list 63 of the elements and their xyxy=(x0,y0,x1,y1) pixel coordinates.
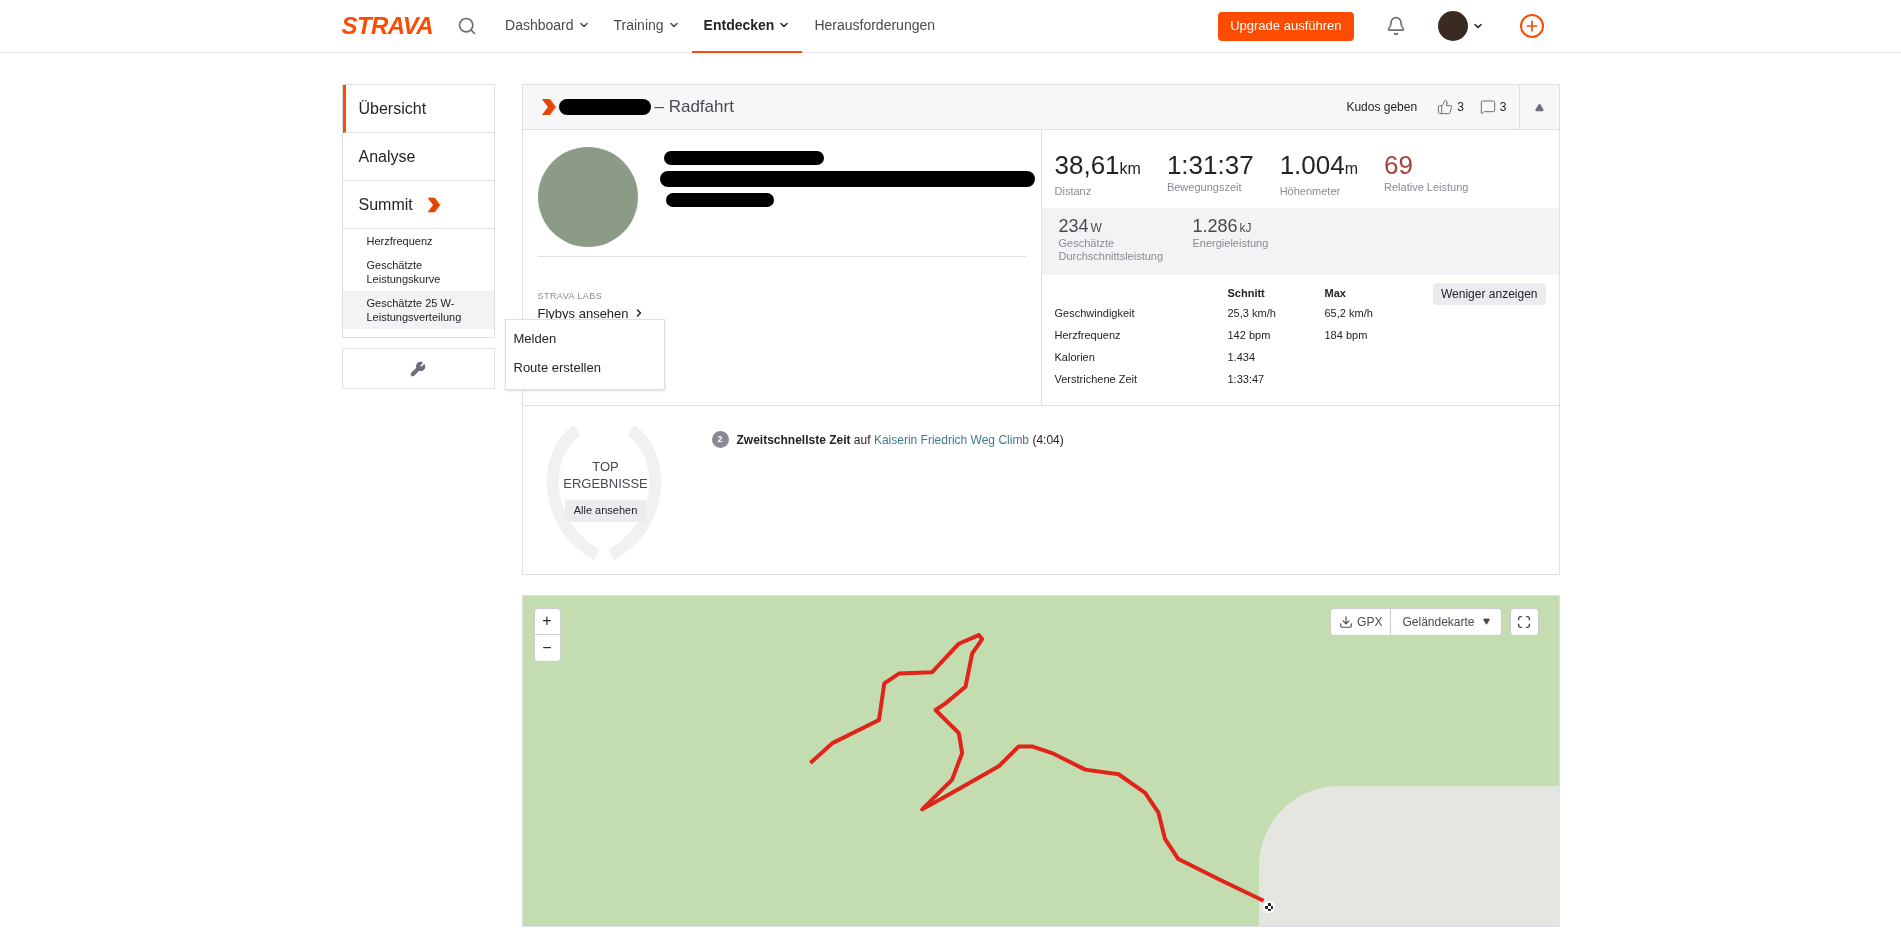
top-results-title: TOP ERGEBNISSE xyxy=(563,457,648,492)
zoom-out-button[interactable]: − xyxy=(534,634,560,661)
stat-label: Bewegungszeit xyxy=(1166,180,1243,195)
kudos-count[interactable]: 3 xyxy=(1437,98,1464,116)
sidebar-item[interactable]: Übersicht xyxy=(342,85,494,133)
stat-value: 1.004m xyxy=(1279,151,1359,182)
download-icon xyxy=(1339,614,1354,629)
stat-label: Relative Leistung xyxy=(1384,180,1469,195)
table-cell-text: Herzfrequenz xyxy=(1054,328,1122,344)
stat-value: 1.286 kJ xyxy=(1192,216,1253,237)
fullscreen-button[interactable] xyxy=(1509,607,1539,636)
stat-label: Distanz xyxy=(1054,184,1093,199)
sidebar-subitem[interactable]: Geschätzte 25 W-Leistungsverteilung xyxy=(342,291,494,329)
nav-tab[interactable]: Training xyxy=(601,0,692,53)
stat-value: 234W xyxy=(1058,216,1103,237)
caret-icon xyxy=(1482,618,1490,625)
show-less-button[interactable]: Weniger anzeigen xyxy=(1433,282,1546,305)
activity-title: – Radfahrt xyxy=(654,96,734,119)
nav-tab[interactable]: Dashboard xyxy=(493,0,602,53)
column-header: Max xyxy=(1324,285,1347,301)
comment-icon xyxy=(1479,99,1496,115)
view-all-button[interactable]: Alle ansehen xyxy=(564,499,647,522)
table-cell-text: Kalorien xyxy=(1054,350,1096,366)
sidebar-item[interactable]: Analyse xyxy=(342,133,494,181)
add-button[interactable] xyxy=(1519,14,1544,38)
thumbs-up-icon xyxy=(1437,99,1454,115)
fullscreen-icon xyxy=(1517,614,1531,629)
table-cell-text: 184 bpm xyxy=(1324,328,1369,344)
table-cell-text: Geschwindigkeit xyxy=(1054,306,1136,322)
sidebar-subitem[interactable]: Geschätzte Leistungskurve xyxy=(342,253,494,291)
segment-link[interactable]: Kaiserin Friedrich Weg Climb xyxy=(873,432,1030,447)
menu-item[interactable]: Melden xyxy=(505,324,664,353)
table-cell-text: 1.434 xyxy=(1227,350,1257,366)
map-type-dropdown[interactable]: Geländekarte xyxy=(1391,608,1501,635)
stat-value: 38,61km xyxy=(1054,151,1141,182)
kudos-button[interactable]: Kudos geben xyxy=(1346,98,1418,116)
table-cell-text: Verstrichene Zeit xyxy=(1054,372,1139,388)
gpx-button[interactable]: GPX xyxy=(1331,608,1392,635)
stat-label: Energieleistung xyxy=(1192,236,1270,250)
table-cell-text: 25,3 km/h xyxy=(1227,306,1277,322)
nav-tab[interactable]: Entdecken xyxy=(691,0,803,53)
search-icon[interactable] xyxy=(457,16,477,36)
wrench-icon xyxy=(410,360,426,377)
nav-tab[interactable]: Herausforderungen xyxy=(802,0,948,53)
sidebar-subitem[interactable]: Herzfrequenz xyxy=(342,229,494,253)
column-header: Schnitt xyxy=(1227,285,1266,301)
achievement-text: Zweitschnellste Zeit auf Kaiserin Friedrich Weg Climb (4:04) xyxy=(736,431,1064,449)
stat-label: Geschätzte Durchschnittsleistung xyxy=(1058,236,1165,263)
comment-count[interactable]: 3 xyxy=(1479,98,1507,116)
table-cell-text: 142 bpm xyxy=(1227,328,1272,344)
sidebar-item[interactable]: Summit xyxy=(342,181,494,229)
user-avatar[interactable] xyxy=(1437,11,1468,41)
table-cell-text: 1:33:47 xyxy=(1227,372,1266,388)
labs-caption: STRAVA LABS xyxy=(537,290,604,303)
stat-value: 69 xyxy=(1384,151,1414,179)
triangle-up-icon xyxy=(1534,102,1544,112)
stat-value: 1:31:37 xyxy=(1166,151,1254,179)
menu-item[interactable]: Route erstellen xyxy=(505,353,664,382)
table-cell-text: 65,2 km/h xyxy=(1324,306,1374,322)
medal-icon: 2 xyxy=(711,431,729,448)
stat-label: Höhenmeter xyxy=(1279,184,1342,199)
zoom-in-button[interactable]: + xyxy=(534,608,560,635)
bell-icon[interactable] xyxy=(1385,16,1406,36)
